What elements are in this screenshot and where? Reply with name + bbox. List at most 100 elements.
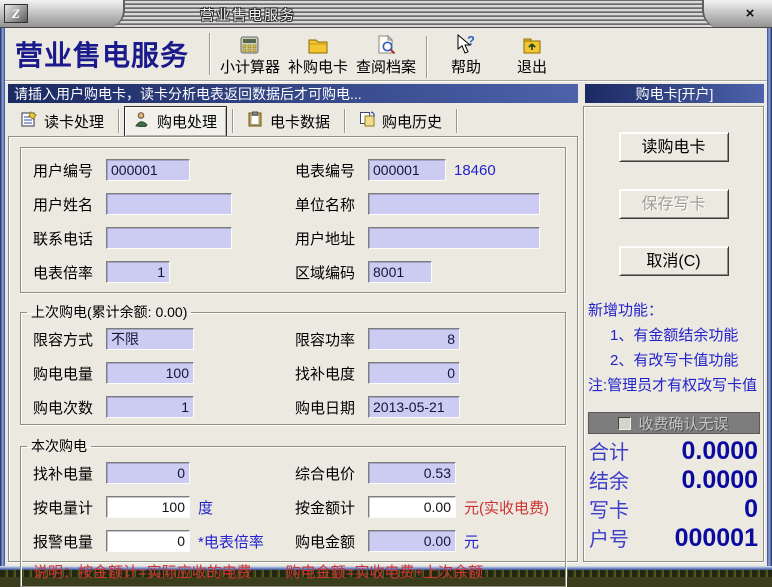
by-energy-input[interactable] [106, 496, 190, 518]
read-purchase-card-button[interactable]: 读购电卡 [619, 132, 729, 162]
buy-card-label: 补购电卡 [288, 56, 348, 77]
purchase-amount-field[interactable] [368, 530, 456, 552]
balance-label: 结余 [589, 465, 629, 494]
toolbar: 小计算器 补购电卡 查阅档案 ? [216, 30, 565, 78]
tab-history-label: 购电历史 [382, 111, 442, 132]
feature-note-2: 2、有改写卡值功能 [588, 348, 763, 373]
help-button[interactable]: ? 帮助 [433, 32, 499, 78]
help-icon: ? [454, 33, 478, 56]
account-no-label: 户号 [589, 523, 629, 552]
total-row: 户号 000001 [589, 523, 758, 552]
cancel-button[interactable]: 取消(C) [619, 246, 729, 276]
area-code-field[interactable] [368, 261, 432, 283]
tab-card-data-label: 电卡数据 [270, 111, 330, 132]
tab-read-card[interactable]: 读卡处理 [12, 107, 113, 136]
page-title: 营业售电服务 [15, 34, 189, 74]
total-sum-label: 合计 [589, 436, 629, 465]
form-row: 购电次数 购电日期 [21, 390, 565, 424]
limit-power-field[interactable] [368, 328, 460, 350]
tab-bar: 读卡处理 购电处理 电卡数据 购电历史 [8, 106, 578, 136]
status-message-bar: 请插入用户购电卡，读卡分析电表返回数据后才可购电... [8, 84, 578, 103]
purchased-energy-field[interactable] [106, 362, 194, 384]
form-row: 报警电量 *电表倍率 购电金额 元 [21, 524, 565, 558]
alarm-energy-input[interactable] [106, 530, 190, 552]
save-write-card-button[interactable]: 保存写卡 [619, 189, 729, 219]
note-right: 购电金额=实收电费+上次余额 [286, 561, 484, 582]
close-icon[interactable]: × [740, 4, 760, 24]
window-title: 营业售电服务 [200, 5, 296, 25]
address-field[interactable] [368, 227, 540, 249]
side-panel-title: 购电卡[开户] [636, 84, 714, 104]
app-window: Z 营业售电服务 × 营业售电服务 小计算器 补 [0, 0, 772, 577]
purchase-date-field[interactable] [368, 396, 460, 418]
purchase-amount-label: 购电金额 [295, 531, 359, 552]
alarm-energy-note: *电表倍率 [198, 531, 264, 552]
write-card-value: 0 [744, 495, 758, 524]
side-panel: 读购电卡 保存写卡 取消(C) 新增功能： 1、有金额结余功能 2、有改写卡值功… [583, 106, 764, 562]
limit-mode-field[interactable] [106, 328, 194, 350]
tab-separator [456, 109, 457, 133]
app-logo-icon: Z [4, 4, 28, 23]
makeup-energy-field[interactable] [106, 462, 190, 484]
form-row: 联系电话 用户地址 [21, 221, 565, 255]
account-no-value: 000001 [675, 524, 758, 553]
user-id-label: 用户编号 [33, 160, 97, 181]
purchase-count-label: 购电次数 [33, 397, 97, 418]
read-card-icon [21, 111, 38, 131]
feature-notes-title: 新增功能： [588, 298, 763, 323]
user-info-group: 用户编号 电表编号 18460 用户姓名 单位名称 [20, 147, 566, 293]
window-frame-right [767, 28, 772, 570]
company-name-field[interactable] [368, 193, 540, 215]
fee-confirm-bar: 收费确认无误 [588, 412, 760, 434]
by-amount-unit: 元(实收电费) [464, 497, 549, 518]
adjust-energy-label: 找补电度 [295, 363, 359, 384]
phone-field[interactable] [106, 227, 232, 249]
calculator-button[interactable]: 小计算器 [216, 32, 284, 78]
tab-purchase[interactable]: 购电处理 [124, 106, 227, 137]
user-name-field[interactable] [106, 193, 232, 215]
tab-history[interactable]: 购电历史 [350, 107, 451, 136]
totals-panel: 合计 0.0000 结余 0.0000 写卡 0 户号 000001 [584, 434, 763, 552]
form-row: 限容方式 限容功率 [21, 322, 565, 356]
address-label: 用户地址 [295, 228, 359, 249]
fee-confirm-label: 收费确认无误 [638, 413, 728, 434]
feature-note-3: 注:管理员才有权改写卡值 [588, 373, 763, 398]
limit-power-label: 限容功率 [295, 329, 359, 350]
tab-read-card-label: 读卡处理 [44, 111, 104, 132]
status-message: 请插入用户购电卡，读卡分析电表返回数据后才可购电... [14, 84, 362, 104]
meter-id-label: 电表编号 [295, 160, 359, 181]
meter-ratio-field[interactable] [106, 261, 170, 283]
archive-search-button[interactable]: 查阅档案 [352, 32, 420, 78]
total-row: 合计 0.0000 [589, 436, 758, 465]
user-name-label: 用户姓名 [33, 194, 97, 215]
tab-card-data[interactable]: 电卡数据 [238, 107, 339, 136]
total-sum-value: 0.0000 [682, 437, 758, 466]
exit-icon [520, 33, 544, 56]
calculator-icon [238, 33, 262, 56]
unit-price-field[interactable] [368, 462, 456, 484]
tab-purchase-label: 购电处理 [157, 111, 217, 132]
exit-button[interactable]: 退出 [499, 32, 565, 78]
form-row: 电表倍率 区域编码 [21, 255, 565, 289]
balance-value: 0.0000 [682, 466, 758, 495]
meter-id-field[interactable] [368, 159, 446, 181]
alarm-energy-label: 报警电量 [33, 531, 97, 552]
fee-confirm-checkbox[interactable] [618, 417, 631, 430]
last-purchase-group: 上次购电(累计余额: 0.00) 限容方式 限容功率 购电电量 [20, 302, 566, 425]
write-card-label: 写卡 [589, 494, 629, 523]
total-row: 结余 0.0000 [589, 465, 758, 494]
tab-separator [118, 109, 119, 133]
by-amount-input[interactable] [368, 496, 456, 518]
svg-text:?: ? [467, 34, 475, 48]
form-row: 购电电量 找补电度 [21, 356, 565, 390]
user-id-field[interactable] [106, 159, 190, 181]
purchase-count-field[interactable] [106, 396, 194, 418]
form-row: 按电量计 度 按金额计 元(实收电费) [21, 490, 565, 524]
limit-mode-label: 限容方式 [33, 329, 97, 350]
card-data-icon [247, 111, 264, 131]
buy-card-button[interactable]: 补购电卡 [284, 32, 352, 78]
calculator-label: 小计算器 [220, 56, 280, 77]
adjust-energy-field[interactable] [368, 362, 460, 384]
notes-row: 说明：按金额计=实际应收的电费 购电金额=实收电费+上次余额 [21, 558, 565, 584]
makeup-energy-label: 找补电量 [33, 463, 97, 484]
